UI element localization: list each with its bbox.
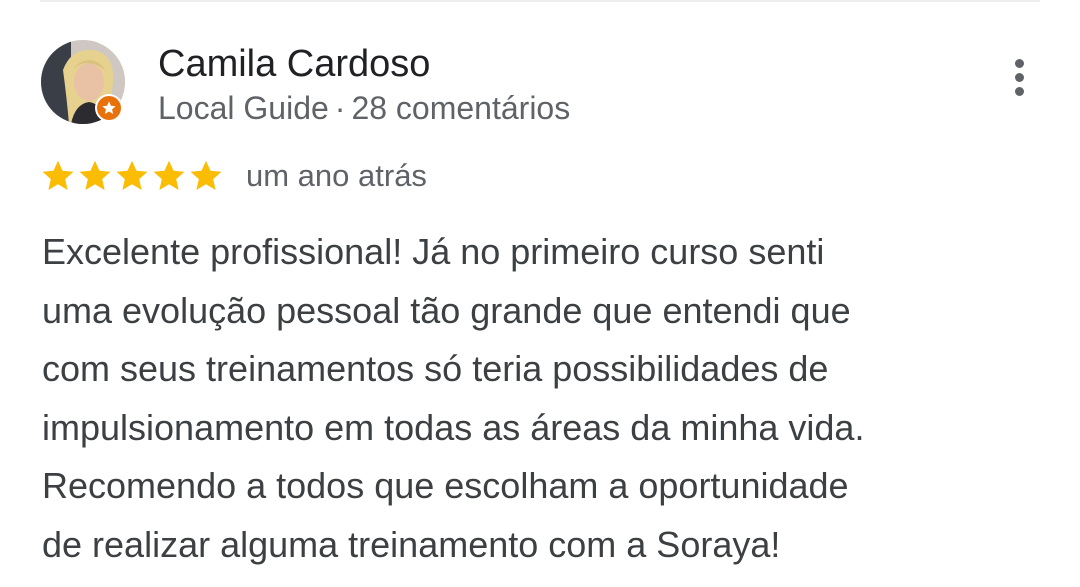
author-name[interactable]: Camila Cardoso — [158, 42, 430, 86]
star-icon — [151, 158, 187, 194]
review-text-line: impulsionamento em todas as áreas da min… — [42, 406, 865, 448]
review-text-line: Recomendo a todos que escolham a oportun… — [42, 465, 849, 506]
star-icon — [114, 158, 150, 194]
author-meta: Local Guide · 28 comentários — [158, 88, 570, 128]
star-icon — [188, 158, 224, 194]
more-vert-icon — [1014, 58, 1024, 68]
top-divider — [40, 0, 1040, 2]
star-rating — [40, 158, 224, 194]
review-text-line: Excelente profissional! Já no primeiro c… — [42, 231, 825, 272]
star-icon — [77, 158, 113, 194]
more-vert-icon-dot — [1014, 86, 1024, 96]
local-guide-label: Local Guide — [158, 90, 329, 126]
more-vert-icon-dot — [1014, 72, 1024, 82]
local-guide-star-icon — [102, 101, 116, 114]
local-guide-badge — [95, 94, 123, 122]
reviews-count: 28 comentários — [351, 90, 571, 126]
review-time: um ano atrás — [246, 158, 427, 193]
star-icon — [40, 158, 76, 194]
review-text-line: uma evolução pessoal tão grande que ente… — [42, 289, 851, 331]
review-text-line: de realizar alguma treinamento com a Sor… — [42, 523, 781, 565]
review-text: Excelente profissional! Já no primeiro c… — [42, 223, 1052, 574]
rating-row: um ano atrás — [40, 152, 427, 200]
review-text-line: com seus treinamentos só teria possibili… — [42, 348, 829, 389]
meta-separator: · — [334, 90, 346, 126]
more-options-button[interactable] — [1000, 52, 1038, 102]
